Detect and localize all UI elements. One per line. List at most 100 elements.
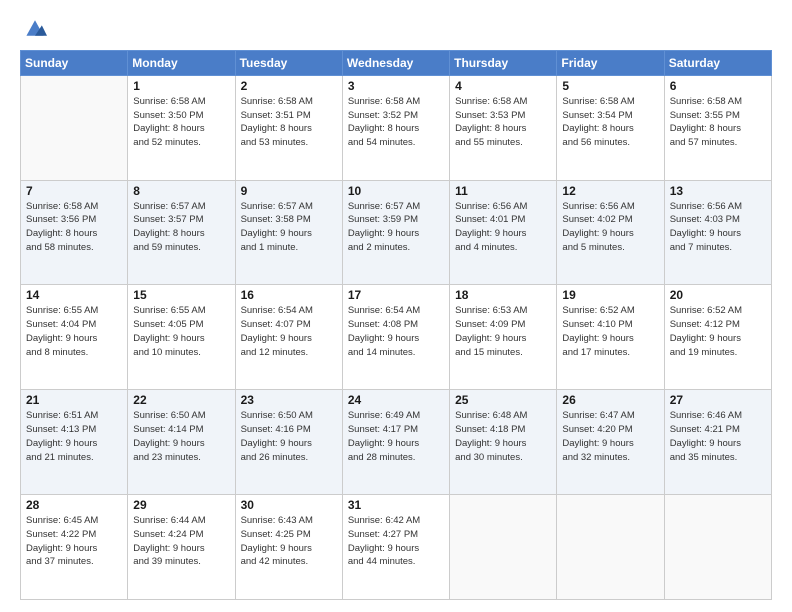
calendar-cell: 23Sunrise: 6:50 AM Sunset: 4:16 PM Dayli… bbox=[235, 390, 342, 495]
calendar-cell: 14Sunrise: 6:55 AM Sunset: 4:04 PM Dayli… bbox=[21, 285, 128, 390]
day-number: 25 bbox=[455, 393, 551, 407]
calendar-cell bbox=[450, 495, 557, 600]
day-number: 4 bbox=[455, 79, 551, 93]
calendar-cell: 17 Sunrise: 6:54 AM Sunset: 4:08 PM Dayli… bbox=[342, 285, 449, 390]
day-info: Sunrise: 6:56 AM Sunset: 4:03 PM Dayligh… bbox=[670, 200, 766, 255]
calendar-cell: 4 Sunrise: 6:58 AM Sunset: 3:53 PM Daylig… bbox=[450, 75, 557, 180]
day-info: Sunrise: 6:54 AM Sunset: 4:08 PM Dayligh… bbox=[348, 304, 444, 359]
calendar-cell: 15 Sunrise: 6:55 AM Sunset: 4:05 PM Dayli… bbox=[128, 285, 235, 390]
day-info: Sunrise: 6:50 AM Sunset: 4:14 PM Dayligh… bbox=[133, 409, 229, 464]
calendar-cell: 25 Sunrise: 6:48 AM Sunset: 4:18 PM Dayli… bbox=[450, 390, 557, 495]
day-number: 11 bbox=[455, 184, 551, 198]
day-number: 29 bbox=[133, 498, 229, 512]
day-info: Sunrise: 6:58 AM Sunset: 3:53 PM Dayligh… bbox=[455, 95, 551, 150]
day-info: Sunrise: 6:42 AM Sunset: 4:27 PM Dayligh… bbox=[348, 514, 444, 569]
calendar-cell: 1 Sunrise: 6:58 AM Sunset: 3:50 PM Daylig… bbox=[128, 75, 235, 180]
day-info: Sunrise: 6:57 AM Sunset: 3:58 PM Dayligh… bbox=[241, 200, 337, 255]
logo bbox=[20, 20, 47, 40]
day-info: Sunrise: 6:58 AM Sunset: 3:55 PM Dayligh… bbox=[670, 95, 766, 150]
page: SundayMondayTuesdayWednesdayThursdayFrid… bbox=[0, 0, 792, 612]
day-number: 12 bbox=[562, 184, 658, 198]
day-number: 10 bbox=[348, 184, 444, 198]
calendar-body: 1 Sunrise: 6:58 AM Sunset: 3:50 PM Daylig… bbox=[21, 75, 772, 599]
day-info: Sunrise: 6:53 AM Sunset: 4:09 PM Dayligh… bbox=[455, 304, 551, 359]
day-info: Sunrise: 6:55 AM Sunset: 4:05 PM Dayligh… bbox=[133, 304, 229, 359]
day-number: 21 bbox=[26, 393, 122, 407]
weekday-header-cell: Saturday bbox=[664, 50, 771, 75]
day-info: Sunrise: 6:48 AM Sunset: 4:18 PM Dayligh… bbox=[455, 409, 551, 464]
day-info: Sunrise: 6:56 AM Sunset: 4:02 PM Dayligh… bbox=[562, 200, 658, 255]
day-number: 2 bbox=[241, 79, 337, 93]
day-number: 13 bbox=[670, 184, 766, 198]
weekday-header-cell: Friday bbox=[557, 50, 664, 75]
calendar-cell: 3 Sunrise: 6:58 AM Sunset: 3:52 PM Daylig… bbox=[342, 75, 449, 180]
calendar-table: SundayMondayTuesdayWednesdayThursdayFrid… bbox=[20, 50, 772, 600]
calendar-cell: 13 Sunrise: 6:56 AM Sunset: 4:03 PM Dayli… bbox=[664, 180, 771, 285]
calendar-cell bbox=[557, 495, 664, 600]
day-number: 9 bbox=[241, 184, 337, 198]
day-info: Sunrise: 6:52 AM Sunset: 4:10 PM Dayligh… bbox=[562, 304, 658, 359]
day-info: Sunrise: 6:57 AM Sunset: 3:59 PM Dayligh… bbox=[348, 200, 444, 255]
calendar-cell: 16Sunrise: 6:54 AM Sunset: 4:07 PM Dayli… bbox=[235, 285, 342, 390]
day-info: Sunrise: 6:47 AM Sunset: 4:20 PM Dayligh… bbox=[562, 409, 658, 464]
day-info: Sunrise: 6:49 AM Sunset: 4:17 PM Dayligh… bbox=[348, 409, 444, 464]
day-number: 20 bbox=[670, 288, 766, 302]
day-number: 31 bbox=[348, 498, 444, 512]
weekday-header-cell: Thursday bbox=[450, 50, 557, 75]
calendar-week-row: 21 Sunrise: 6:51 AM Sunset: 4:13 PM Dayli… bbox=[21, 390, 772, 495]
weekday-header-cell: Sunday bbox=[21, 50, 128, 75]
day-number: 7 bbox=[26, 184, 122, 198]
day-info: Sunrise: 6:44 AM Sunset: 4:24 PM Dayligh… bbox=[133, 514, 229, 569]
day-number: 23 bbox=[241, 393, 337, 407]
day-number: 26 bbox=[562, 393, 658, 407]
day-number: 3 bbox=[348, 79, 444, 93]
day-number: 17 bbox=[348, 288, 444, 302]
day-info: Sunrise: 6:56 AM Sunset: 4:01 PM Dayligh… bbox=[455, 200, 551, 255]
day-info: Sunrise: 6:58 AM Sunset: 3:51 PM Dayligh… bbox=[241, 95, 337, 150]
day-info: Sunrise: 6:58 AM Sunset: 3:54 PM Dayligh… bbox=[562, 95, 658, 150]
day-number: 6 bbox=[670, 79, 766, 93]
logo-icon bbox=[23, 18, 47, 38]
calendar-cell: 18 Sunrise: 6:53 AM Sunset: 4:09 PM Dayli… bbox=[450, 285, 557, 390]
calendar-cell: 20 Sunrise: 6:52 AM Sunset: 4:12 PM Dayli… bbox=[664, 285, 771, 390]
calendar-cell: 24 Sunrise: 6:49 AM Sunset: 4:17 PM Dayli… bbox=[342, 390, 449, 495]
calendar-week-row: 1 Sunrise: 6:58 AM Sunset: 3:50 PM Daylig… bbox=[21, 75, 772, 180]
day-number: 30 bbox=[241, 498, 337, 512]
calendar-cell: 19 Sunrise: 6:52 AM Sunset: 4:10 PM Dayli… bbox=[557, 285, 664, 390]
day-info: Sunrise: 6:52 AM Sunset: 4:12 PM Dayligh… bbox=[670, 304, 766, 359]
day-number: 28 bbox=[26, 498, 122, 512]
calendar-cell: 12 Sunrise: 6:56 AM Sunset: 4:02 PM Dayli… bbox=[557, 180, 664, 285]
calendar-cell bbox=[664, 495, 771, 600]
day-info: Sunrise: 6:55 AM Sunset: 4:04 PM Dayligh… bbox=[26, 304, 122, 359]
calendar-cell: 9 Sunrise: 6:57 AM Sunset: 3:58 PM Daylig… bbox=[235, 180, 342, 285]
day-info: Sunrise: 6:51 AM Sunset: 4:13 PM Dayligh… bbox=[26, 409, 122, 464]
calendar-cell: 11 Sunrise: 6:56 AM Sunset: 4:01 PM Dayli… bbox=[450, 180, 557, 285]
weekday-header-cell: Tuesday bbox=[235, 50, 342, 75]
calendar-week-row: 14Sunrise: 6:55 AM Sunset: 4:04 PM Dayli… bbox=[21, 285, 772, 390]
calendar-cell: 29 Sunrise: 6:44 AM Sunset: 4:24 PM Dayli… bbox=[128, 495, 235, 600]
day-info: Sunrise: 6:58 AM Sunset: 3:50 PM Dayligh… bbox=[133, 95, 229, 150]
calendar-cell: 22 Sunrise: 6:50 AM Sunset: 4:14 PM Dayli… bbox=[128, 390, 235, 495]
day-number: 18 bbox=[455, 288, 551, 302]
calendar-cell: 2 Sunrise: 6:58 AM Sunset: 3:51 PM Daylig… bbox=[235, 75, 342, 180]
day-number: 22 bbox=[133, 393, 229, 407]
day-info: Sunrise: 6:58 AM Sunset: 3:52 PM Dayligh… bbox=[348, 95, 444, 150]
day-number: 27 bbox=[670, 393, 766, 407]
day-number: 8 bbox=[133, 184, 229, 198]
weekday-header-cell: Wednesday bbox=[342, 50, 449, 75]
calendar-cell: 30 Sunrise: 6:43 AM Sunset: 4:25 PM Dayli… bbox=[235, 495, 342, 600]
calendar-cell: 31 Sunrise: 6:42 AM Sunset: 4:27 PM Dayli… bbox=[342, 495, 449, 600]
day-info: Sunrise: 6:46 AM Sunset: 4:21 PM Dayligh… bbox=[670, 409, 766, 464]
day-number: 24 bbox=[348, 393, 444, 407]
day-info: Sunrise: 6:43 AM Sunset: 4:25 PM Dayligh… bbox=[241, 514, 337, 569]
calendar-cell: 6 Sunrise: 6:58 AM Sunset: 3:55 PM Daylig… bbox=[664, 75, 771, 180]
day-number: 1 bbox=[133, 79, 229, 93]
calendar-cell: 7Sunrise: 6:58 AM Sunset: 3:56 PM Daylig… bbox=[21, 180, 128, 285]
day-number: 15 bbox=[133, 288, 229, 302]
calendar-cell: 28Sunrise: 6:45 AM Sunset: 4:22 PM Dayli… bbox=[21, 495, 128, 600]
calendar-week-row: 28Sunrise: 6:45 AM Sunset: 4:22 PM Dayli… bbox=[21, 495, 772, 600]
calendar-cell: 26 Sunrise: 6:47 AM Sunset: 4:20 PM Dayli… bbox=[557, 390, 664, 495]
header bbox=[20, 16, 772, 40]
day-number: 19 bbox=[562, 288, 658, 302]
weekday-header-cell: Monday bbox=[128, 50, 235, 75]
